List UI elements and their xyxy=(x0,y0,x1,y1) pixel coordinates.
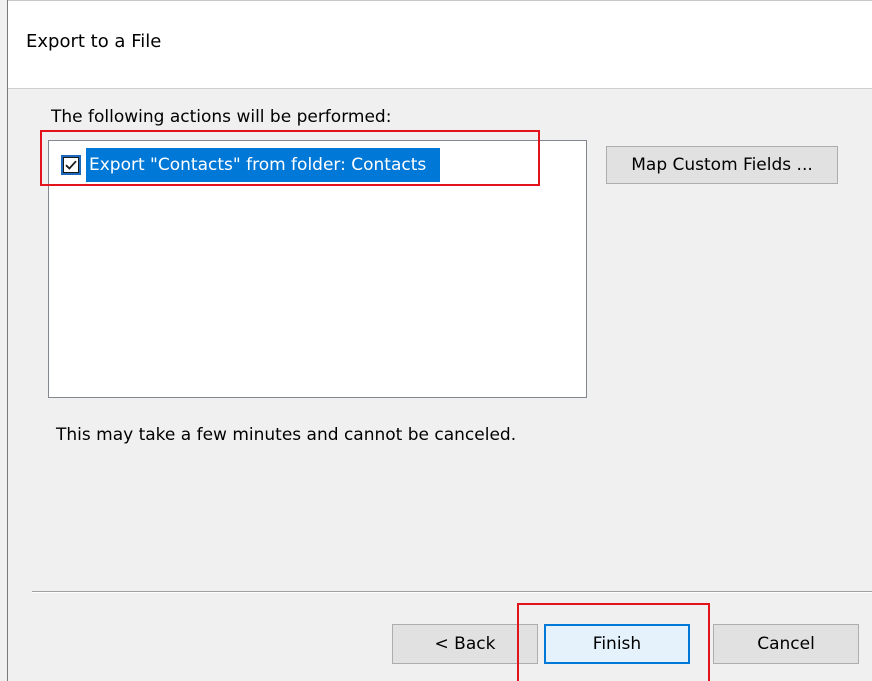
bottom-separator-highlight xyxy=(32,592,872,593)
cancel-button[interactable]: Cancel xyxy=(713,624,859,664)
finish-button[interactable]: Finish xyxy=(544,624,690,664)
export-dialog: Export to a File The following actions w… xyxy=(0,0,872,681)
actions-label: The following actions will be performed: xyxy=(51,107,392,127)
map-custom-fields-button[interactable]: Map Custom Fields ... xyxy=(606,146,838,184)
checked-checkbox-icon[interactable] xyxy=(60,154,82,176)
title-separator xyxy=(8,88,872,89)
list-item[interactable]: Export "Contacts" from folder: Contacts xyxy=(60,148,441,182)
duration-note: This may take a few minutes and cannot b… xyxy=(56,425,517,445)
back-button[interactable]: < Back xyxy=(392,624,538,664)
actions-list[interactable]: Export "Contacts" from folder: Contacts xyxy=(48,140,587,398)
dialog-title: Export to a File xyxy=(26,31,162,52)
window-left-border xyxy=(7,0,8,681)
action-item-label: Export "Contacts" from folder: Contacts xyxy=(86,148,441,182)
